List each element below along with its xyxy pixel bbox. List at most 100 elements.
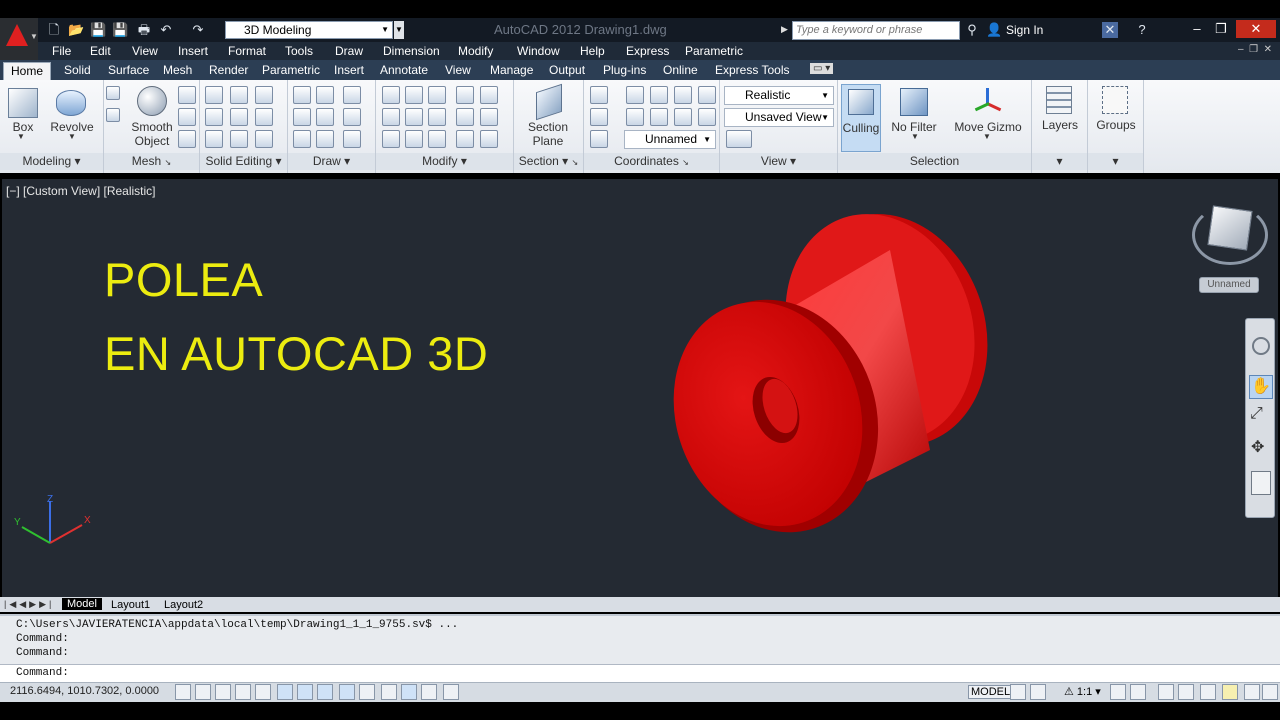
tab-layout2[interactable]: Layout2	[164, 599, 203, 611]
rotate-icon[interactable]	[428, 108, 446, 126]
menu-edit[interactable]: Edit	[90, 44, 111, 58]
transparency-icon[interactable]	[401, 684, 417, 700]
redo-icon[interactable]: ↷	[190, 22, 206, 38]
osnap-icon[interactable]	[277, 684, 293, 700]
auto-scale-icon[interactable]	[1130, 684, 1146, 700]
annotation-visibility-icon[interactable]	[1110, 684, 1126, 700]
menu-parametric[interactable]: Parametric	[685, 44, 743, 58]
workspace-selector[interactable]: 3D Modeling ▼	[225, 21, 393, 39]
visual-style-combo[interactable]: Realistic ▼	[724, 86, 834, 105]
annotation-scale[interactable]: ⚠ 1:1 ▾	[1064, 685, 1101, 698]
expand-search-icon[interactable]: ▶	[781, 24, 788, 35]
tab-annotate[interactable]: Annotate	[380, 63, 428, 77]
panel-title-selection[interactable]: Selection	[838, 153, 1031, 170]
layout-nav-arrows[interactable]: |◀◀▶▶|	[4, 599, 54, 610]
move-gizmo-icon[interactable]	[974, 88, 1002, 116]
extrude-faces-icon[interactable]	[255, 86, 273, 104]
tab-render[interactable]: Render	[209, 63, 248, 77]
search-input[interactable]: Type a keyword or phrase	[792, 21, 960, 40]
copy-icon[interactable]	[382, 108, 400, 126]
panel-title-modeling[interactable]: Modeling ▾	[0, 153, 103, 170]
smooth-object-button[interactable]: Smooth Object	[126, 120, 178, 148]
spline-icon[interactable]	[316, 86, 334, 104]
panel-title-groups-expand[interactable]: ▾	[1088, 153, 1143, 170]
workspace-switching-icon[interactable]	[1158, 684, 1174, 700]
tab-layout1[interactable]: Layout1	[111, 599, 150, 611]
panel-title-solid-editing[interactable]: Solid Editing ▾	[200, 153, 287, 170]
sign-in-link[interactable]: Sign In	[1006, 23, 1043, 37]
print-icon[interactable]: 🖶	[136, 22, 152, 38]
selection-cycling-icon[interactable]	[443, 684, 459, 700]
slice-icon[interactable]	[230, 108, 248, 126]
stretch-icon[interactable]	[456, 108, 474, 126]
no-filter-icon[interactable]	[900, 88, 928, 116]
isolate-objects-icon[interactable]	[1222, 684, 1238, 700]
layers-button[interactable]: Layers	[1036, 118, 1084, 132]
new-file-icon[interactable]: 🗋	[46, 22, 62, 38]
clean-screen-icon[interactable]	[1262, 684, 1278, 700]
tab-solid[interactable]: Solid	[64, 63, 91, 77]
help-icon[interactable]: ?	[1134, 22, 1150, 38]
hardware-acceleration-icon[interactable]	[1200, 684, 1216, 700]
ucs-y-icon[interactable]	[650, 108, 668, 126]
tab-surface[interactable]: Surface	[108, 63, 149, 77]
mesh-refine-icon[interactable]	[178, 130, 196, 148]
ucs-icon[interactable]	[590, 86, 608, 104]
snap-icon[interactable]	[195, 684, 211, 700]
union-icon[interactable]	[205, 86, 223, 104]
3d-polyline-icon[interactable]	[293, 108, 311, 126]
pulley-3d-model[interactable]	[660, 210, 1010, 550]
ucs-world-icon[interactable]	[650, 86, 668, 104]
mesh-smooth-less-icon[interactable]	[178, 108, 196, 126]
exchange-icon[interactable]: ✕	[1102, 22, 1118, 38]
erase-icon[interactable]	[382, 130, 400, 148]
array-icon[interactable]	[480, 130, 498, 148]
menu-insert[interactable]: Insert	[178, 44, 208, 58]
infer-constraints-icon[interactable]	[175, 684, 191, 700]
menu-tools[interactable]: Tools	[285, 44, 313, 58]
section-plane-button[interactable]: Section Plane	[522, 120, 574, 148]
save-icon[interactable]: 💾	[90, 22, 106, 38]
3d-align-icon[interactable]	[405, 130, 423, 148]
ucs-view-icon[interactable]	[698, 108, 716, 126]
ribbon-minimize-button[interactable]: ▭ ▾	[810, 63, 834, 74]
customize-quick-access-button[interactable]: ▼	[394, 21, 404, 39]
lineweight-icon[interactable]	[381, 684, 397, 700]
ucs-previous-icon[interactable]	[674, 86, 692, 104]
save-as-icon[interactable]: 💾	[112, 22, 128, 38]
intersect-icon[interactable]	[205, 130, 223, 148]
polar-icon[interactable]	[255, 684, 271, 700]
saved-view-combo[interactable]: Unsaved View ▼	[724, 108, 834, 127]
menu-view[interactable]: View	[132, 44, 158, 58]
polyline-icon[interactable]	[293, 86, 311, 104]
tab-express-tools[interactable]: Express Tools	[715, 63, 789, 77]
quick-properties-icon[interactable]	[421, 684, 437, 700]
3d-osnap-icon[interactable]	[297, 684, 313, 700]
menu-help[interactable]: Help	[580, 44, 605, 58]
menu-draw[interactable]: Draw	[335, 44, 363, 58]
tab-online[interactable]: Online	[663, 63, 698, 77]
tab-parametric[interactable]: Parametric	[262, 63, 320, 77]
viewcube-ucs-menu[interactable]: Unnamed	[1199, 277, 1259, 293]
lock-icon[interactable]	[1178, 684, 1194, 700]
binoculars-icon[interactable]: ⚲	[964, 22, 980, 38]
tab-manage[interactable]: Manage	[490, 63, 533, 77]
panel-title-layers-expand[interactable]: ▾	[1032, 153, 1087, 170]
ucs-name-combo[interactable]: Unnamed ▼	[624, 130, 716, 149]
coordinate-readout[interactable]: 2116.6494, 1010.7302, 0.0000	[10, 685, 159, 697]
tab-home[interactable]: Home	[3, 62, 51, 80]
panel-title-draw[interactable]: Draw ▾	[288, 153, 375, 170]
separate-icon[interactable]	[255, 108, 273, 126]
box-icon[interactable]	[8, 88, 38, 118]
tab-insert[interactable]: Insert	[334, 63, 364, 77]
tab-model[interactable]: Model	[62, 598, 102, 610]
3d-move-icon[interactable]	[405, 86, 423, 104]
scale-icon[interactable]	[456, 86, 474, 104]
groups-button[interactable]: Groups	[1092, 118, 1140, 132]
explode-icon[interactable]	[456, 130, 474, 148]
smooth-object-icon[interactable]	[137, 86, 167, 116]
ucs-face-icon[interactable]	[698, 86, 716, 104]
tab-view[interactable]: View	[445, 63, 471, 77]
viewport-controls-label[interactable]: [−] [Custom View] [Realistic]	[6, 184, 156, 198]
offset-icon[interactable]	[382, 86, 400, 104]
